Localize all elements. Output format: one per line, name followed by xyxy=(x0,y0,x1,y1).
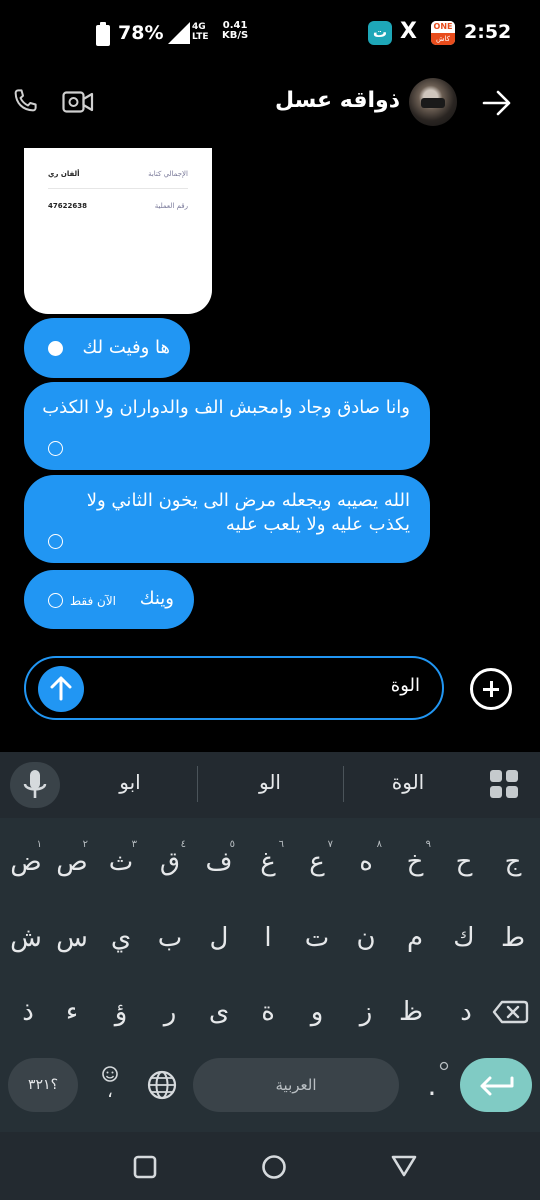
image-message[interactable]: الإجمالي كتابة ألفان ري رقم العملية 4762… xyxy=(24,148,212,314)
mic-button[interactable] xyxy=(10,762,60,808)
message-text: الله يصيبه ويجعله مرض الى يخون الثاني ول… xyxy=(86,490,410,535)
key[interactable]: ى xyxy=(199,984,239,1040)
space-key[interactable]: العربية xyxy=(193,1058,399,1112)
add-attachment-button[interactable] xyxy=(470,668,512,710)
network-speed: 0.41 KB/S xyxy=(222,20,249,41)
key[interactable]: ن xyxy=(346,910,386,966)
suggestion-bar: ابو الو الوة xyxy=(0,752,540,818)
enter-arrow-icon xyxy=(480,1076,514,1096)
key[interactable]: ض١ xyxy=(6,834,46,890)
key[interactable]: م xyxy=(395,910,435,966)
key[interactable]: ؤ xyxy=(101,984,141,1040)
key[interactable]: ث٣ xyxy=(101,834,141,890)
key[interactable]: ي xyxy=(101,910,141,966)
key[interactable]: ل xyxy=(199,910,239,966)
message-time: الآن فقط xyxy=(70,594,117,608)
clock: 2:52 xyxy=(464,21,512,43)
message-bubble[interactable]: الله يصيبه ويجعله مرض الى يخون الثاني ول… xyxy=(24,475,430,563)
status-bar: 78% 4G LTE 0.41 KB/S ت X ONE كاش 2:52 xyxy=(0,0,540,68)
message-bubble[interactable]: الآن فقط وينك xyxy=(24,570,194,629)
signal-icon xyxy=(168,22,190,44)
back-nav-icon[interactable] xyxy=(389,1150,419,1180)
key[interactable]: ع٧ xyxy=(297,834,337,890)
special-char-icon xyxy=(439,1061,449,1071)
mic-icon xyxy=(23,770,47,798)
key[interactable]: ج xyxy=(493,834,533,890)
recents-icon[interactable] xyxy=(130,1152,160,1182)
message-bubble[interactable]: ها وفيت لك xyxy=(24,318,190,378)
period-key[interactable]: . xyxy=(414,1058,450,1112)
key[interactable]: ء xyxy=(52,984,92,1040)
key[interactable]: ط xyxy=(493,910,533,966)
message-bubble[interactable]: وانا صادق وجاد وامحبش الف والدواران ولا … xyxy=(24,382,430,470)
message-text: وينك xyxy=(139,588,174,609)
key[interactable]: ا xyxy=(248,910,288,966)
arrow-up-icon xyxy=(50,676,72,701)
sent-receipt-icon xyxy=(48,593,63,608)
key[interactable]: ب xyxy=(150,910,190,966)
keyboard: ابو الو الوة ج ح خ٩ ه٨ ع٧ غ٦ ف٥ ق٤ ث٣ ص٢… xyxy=(0,752,540,1132)
sent-receipt-icon xyxy=(48,534,63,549)
video-call-icon[interactable] xyxy=(62,88,94,116)
network-type: 4G LTE xyxy=(192,22,209,42)
x-app-icon: X xyxy=(400,19,417,44)
numbers-key[interactable]: ؟٣٢١ xyxy=(8,1058,78,1112)
key[interactable]: غ٦ xyxy=(248,834,288,890)
navigation-bar xyxy=(0,1132,540,1200)
key[interactable]: ش xyxy=(6,910,46,966)
onecash-app-icon: ONE كاش xyxy=(431,21,455,45)
contact-name[interactable]: ذواقه عسل xyxy=(275,88,400,113)
key[interactable]: ف٥ xyxy=(199,834,239,890)
key[interactable]: د xyxy=(446,984,486,1040)
message-text: وانا صادق وجاد وامحبش الف والدواران ولا … xyxy=(42,397,410,418)
keys-area: ج ح خ٩ ه٨ ع٧ غ٦ ف٥ ق٤ ث٣ ص٢ ض١ ط ك م ن ت… xyxy=(0,818,540,1132)
key[interactable]: ص٢ xyxy=(52,834,92,890)
backspace-icon xyxy=(492,1000,529,1024)
key[interactable]: ق٤ xyxy=(150,834,190,890)
app-notification-icon: ت xyxy=(368,21,392,45)
receipt-divider xyxy=(48,188,188,189)
key[interactable]: ذ xyxy=(8,984,48,1040)
key[interactable]: ت xyxy=(297,910,337,966)
send-button[interactable] xyxy=(38,666,84,712)
key[interactable]: س xyxy=(52,910,92,966)
key[interactable]: ظ xyxy=(391,984,431,1040)
suggestion-item[interactable]: ابو xyxy=(80,770,180,794)
key[interactable]: ر xyxy=(150,984,190,1040)
language-key[interactable] xyxy=(140,1058,184,1112)
suggestion-item[interactable]: الوة xyxy=(358,770,458,794)
suggestion-divider xyxy=(343,766,344,802)
suggestion-item[interactable]: الو xyxy=(220,770,320,794)
contact-avatar[interactable] xyxy=(409,78,457,126)
key[interactable]: ه٨ xyxy=(346,834,386,890)
call-icon[interactable] xyxy=(10,86,40,116)
back-arrow-icon[interactable] xyxy=(482,88,512,118)
key[interactable]: ك xyxy=(444,910,484,966)
suggestion-divider xyxy=(197,766,198,802)
enter-key[interactable] xyxy=(460,1058,532,1112)
battery-percentage: 78% xyxy=(118,22,164,44)
message-text: ها وفيت لك xyxy=(82,337,170,358)
emoji-key[interactable]: ، xyxy=(90,1058,130,1112)
key[interactable]: ز xyxy=(346,984,386,1040)
backspace-key[interactable] xyxy=(490,986,534,1038)
battery-icon xyxy=(96,22,110,46)
keyboard-menu-icon[interactable] xyxy=(490,770,520,800)
chat-header: ذواقه عسل xyxy=(0,72,540,134)
message-input[interactable]: الوة xyxy=(120,675,420,696)
message-composer[interactable]: الوة xyxy=(24,656,444,720)
sent-receipt-icon xyxy=(48,441,63,456)
globe-icon xyxy=(147,1070,177,1100)
key[interactable]: ح xyxy=(444,834,484,890)
key[interactable]: خ٩ xyxy=(395,834,435,890)
home-icon[interactable] xyxy=(259,1152,289,1182)
key[interactable]: ة xyxy=(248,984,288,1040)
key[interactable]: و xyxy=(297,984,337,1040)
